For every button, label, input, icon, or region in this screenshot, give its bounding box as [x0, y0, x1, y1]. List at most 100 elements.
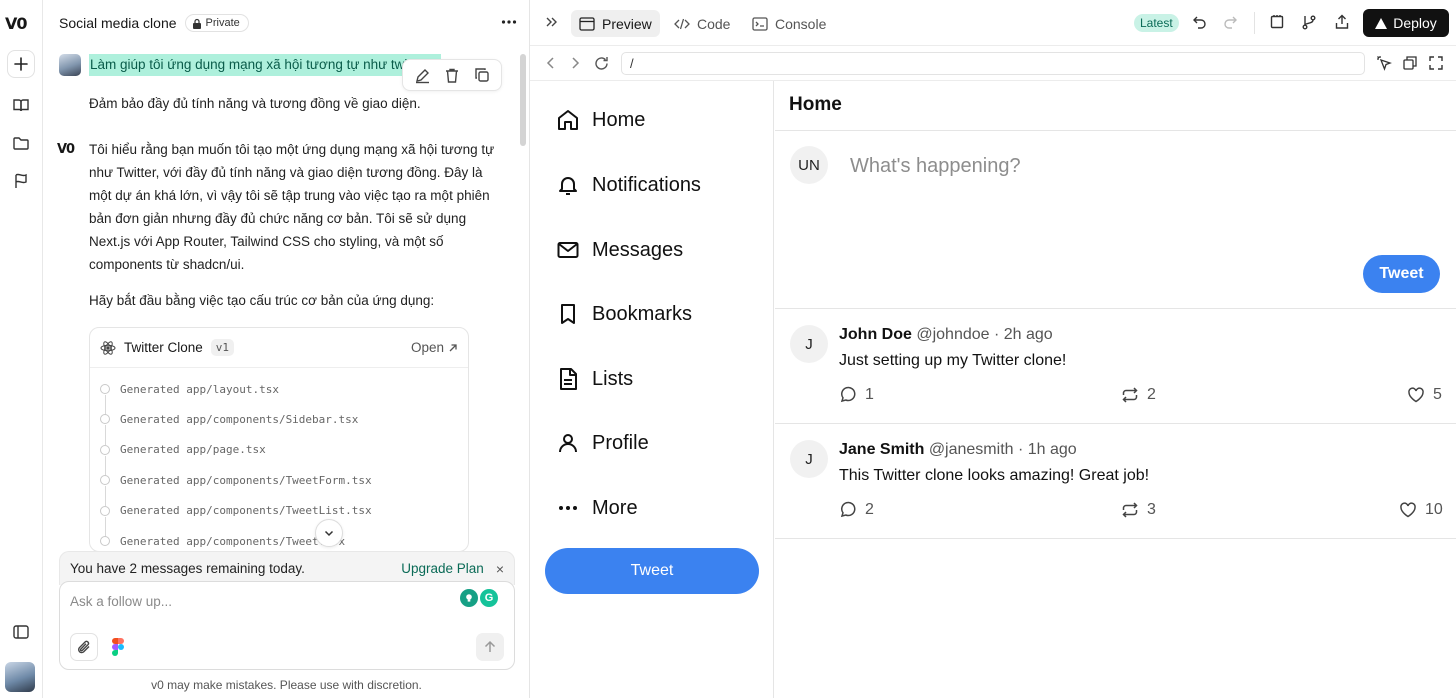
reply-button[interactable]: 1: [839, 386, 874, 404]
tweet-text: This Twitter clone looks amazing! Great …: [839, 467, 1150, 484]
upgrade-plan-link[interactable]: Upgrade Plan: [401, 561, 484, 576]
status-dot-icon: [100, 414, 110, 425]
tweet-text: Just setting up my Twitter clone!: [839, 352, 1067, 369]
copy-message-button[interactable]: [474, 67, 490, 83]
sidebar-item-lists[interactable]: Lists: [556, 367, 633, 391]
artifact-version-badge: v1: [210, 339, 235, 356]
tab-code[interactable]: Code: [666, 10, 738, 37]
reply-button[interactable]: 2: [839, 501, 874, 519]
edit-message-button[interactable]: [414, 67, 431, 84]
url-input[interactable]: /: [621, 52, 1365, 75]
quota-text: You have 2 messages remaining today.: [70, 561, 305, 576]
like-button[interactable]: 5: [1407, 386, 1442, 404]
sidebar-item-bookmarks[interactable]: Bookmarks: [556, 302, 692, 326]
toggle-sidebar-button[interactable]: [7, 618, 35, 646]
tweet-author-name[interactable]: Jane Smith: [839, 441, 924, 458]
feedback-button[interactable]: [7, 167, 35, 195]
projects-button[interactable]: [7, 129, 35, 157]
heart-icon: [1408, 387, 1424, 403]
sidebar-item-messages[interactable]: Messages: [556, 238, 683, 262]
retweet-button[interactable]: 3: [1121, 501, 1156, 519]
chat-header: Social media clone Private: [43, 0, 529, 46]
plus-icon: [14, 57, 28, 71]
back-button[interactable]: [544, 55, 558, 71]
arrow-up-icon: [484, 640, 496, 652]
attach-button[interactable]: [70, 633, 98, 661]
grammarly-icon[interactable]: G: [480, 589, 498, 607]
retweet-button[interactable]: 2: [1121, 386, 1156, 404]
tweet-avatar[interactable]: J: [790, 325, 828, 363]
home-icon: [558, 110, 578, 130]
browser-window-icon: [579, 16, 595, 31]
sidebar-item-notifications[interactable]: Notifications: [556, 173, 701, 197]
sidebar-item-more[interactable]: More: [556, 496, 638, 520]
delete-message-button[interactable]: [444, 67, 460, 84]
comment-icon: [840, 386, 856, 403]
chat-options-button[interactable]: [500, 13, 518, 31]
chat-scrollbar[interactable]: [520, 54, 526, 146]
user-avatar[interactable]: [5, 662, 35, 692]
arrow-up-right-icon: [449, 343, 457, 351]
v0-logo[interactable]: V0: [5, 14, 27, 33]
undo-button[interactable]: [1192, 14, 1208, 30]
git-branch-button[interactable]: [1301, 14, 1317, 30]
close-icon[interactable]: ×: [496, 561, 504, 577]
reply-count: 1: [865, 386, 874, 403]
open-new-window-button[interactable]: [1402, 55, 1418, 71]
deploy-label: Deploy: [1393, 15, 1437, 31]
code-artifact-card[interactable]: Twitter Clone v1 Open Generated app/layo…: [89, 327, 469, 552]
tweet-avatar[interactable]: J: [790, 440, 828, 478]
external-window-icon: [1403, 56, 1417, 70]
tweet-author-name[interactable]: John Doe: [839, 326, 912, 343]
quota-banner: You have 2 messages remaining today. Upg…: [59, 551, 515, 585]
new-chat-button[interactable]: [7, 50, 35, 78]
follow-up-input[interactable]: [70, 594, 450, 609]
sidebar-item-home[interactable]: Home: [556, 108, 645, 132]
figma-import-button[interactable]: [112, 638, 124, 656]
message-toolbar: [402, 59, 502, 91]
tab-preview[interactable]: Preview: [571, 10, 660, 37]
tweet-compose-input[interactable]: [850, 155, 1430, 178]
toolbar-divider: [1254, 12, 1255, 34]
tab-console[interactable]: Console: [744, 10, 834, 37]
share-button[interactable]: [1334, 14, 1350, 30]
chat-panel: Social media clone Private Làm giúp tôi …: [43, 0, 530, 698]
sidebar-item-label: Lists: [592, 367, 634, 390]
latest-version-badge[interactable]: Latest: [1134, 14, 1179, 32]
sidebar-item-profile[interactable]: Profile: [556, 431, 649, 455]
redo-button[interactable]: [1222, 14, 1238, 30]
privacy-badge[interactable]: Private: [184, 14, 249, 32]
send-button[interactable]: [476, 633, 504, 661]
expand-preview-button[interactable]: [1428, 55, 1444, 71]
inspect-button[interactable]: [1376, 55, 1392, 71]
sidebar-item-label: More: [592, 496, 638, 519]
artifact-open-link[interactable]: Open: [411, 340, 458, 355]
lock-icon: [192, 18, 201, 29]
library-button[interactable]: [7, 91, 35, 119]
retweet-count: 2: [1147, 386, 1156, 403]
reply-count: 2: [865, 501, 874, 518]
copy-icon: [475, 68, 489, 82]
file-row: Generated app/components/TweetList.tsx: [90, 496, 468, 537]
status-dot-icon: [100, 384, 110, 394]
forward-button[interactable]: [568, 55, 582, 71]
bell-icon: [559, 177, 577, 195]
chat-title[interactable]: Social media clone: [59, 15, 177, 31]
tweet-card[interactable]: J John Doe @johndoe · 2h ago Just settin…: [775, 308, 1456, 423]
scroll-to-bottom-button[interactable]: [315, 519, 343, 547]
fullscreen-preview-button[interactable]: [1269, 14, 1285, 30]
collapse-chat-button[interactable]: [544, 15, 558, 29]
twitter-feed: Home UN Tweet J John Doe @johndoe · 2h a…: [775, 81, 1456, 698]
reload-button[interactable]: [593, 55, 610, 72]
sidebar-tweet-button[interactable]: Tweet: [545, 548, 759, 594]
bulb-extension-icon[interactable]: [460, 589, 478, 607]
tweet-submit-button[interactable]: Tweet: [1363, 255, 1440, 293]
flag-icon: [15, 173, 27, 188]
preview-toolbar: Preview Code Console Latest Deploy: [530, 0, 1456, 46]
tab-label: Preview: [602, 15, 652, 32]
like-button[interactable]: 10: [1399, 501, 1443, 519]
tweet-card[interactable]: J Jane Smith @janesmith · 1h ago This Tw…: [775, 423, 1456, 538]
undo-icon: [1193, 16, 1206, 29]
deploy-button[interactable]: Deploy: [1363, 9, 1449, 37]
file-row: Generated app/layout.tsx: [90, 374, 468, 415]
